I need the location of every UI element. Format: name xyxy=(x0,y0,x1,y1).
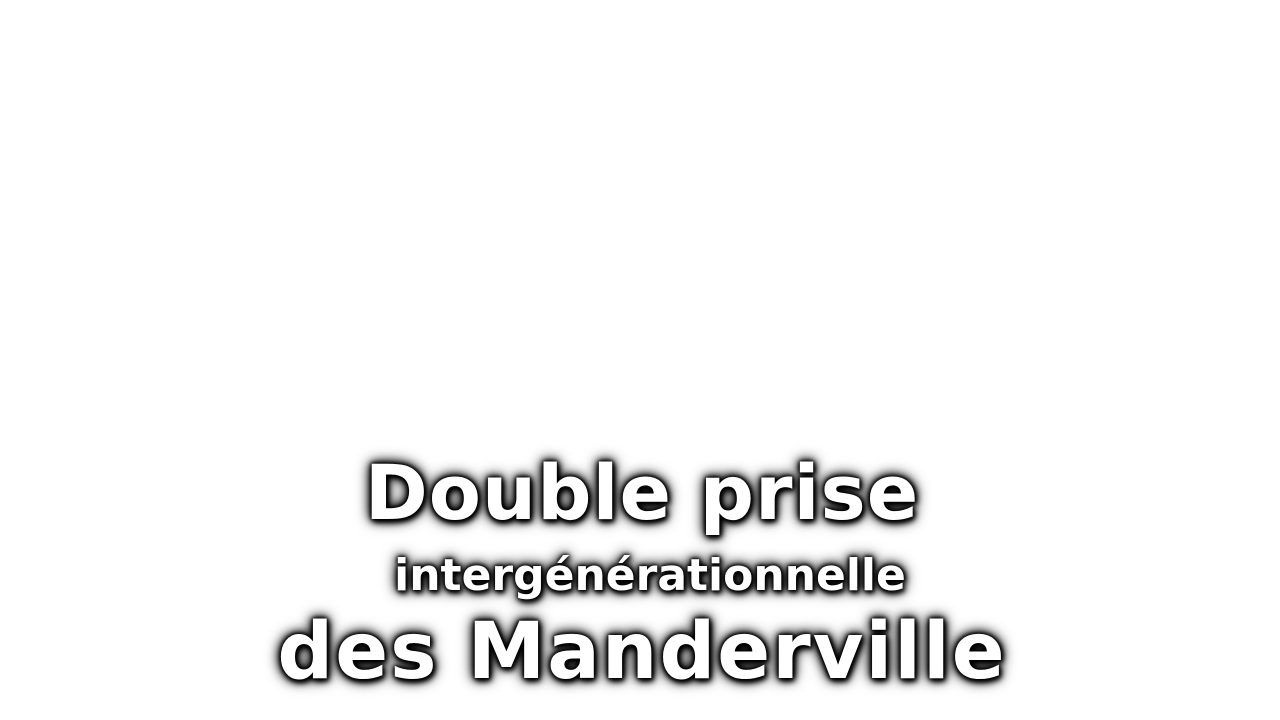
title-line-3: des Manderville xyxy=(277,607,1007,697)
title-line-2: intergénérationnelle xyxy=(394,550,906,601)
title-block: Double prise intergénérationnelle des Ma… xyxy=(0,448,1280,698)
title-screen: Double prise intergénérationnelle des Ma… xyxy=(0,0,1280,720)
title-line-1: Double prise xyxy=(364,448,920,537)
